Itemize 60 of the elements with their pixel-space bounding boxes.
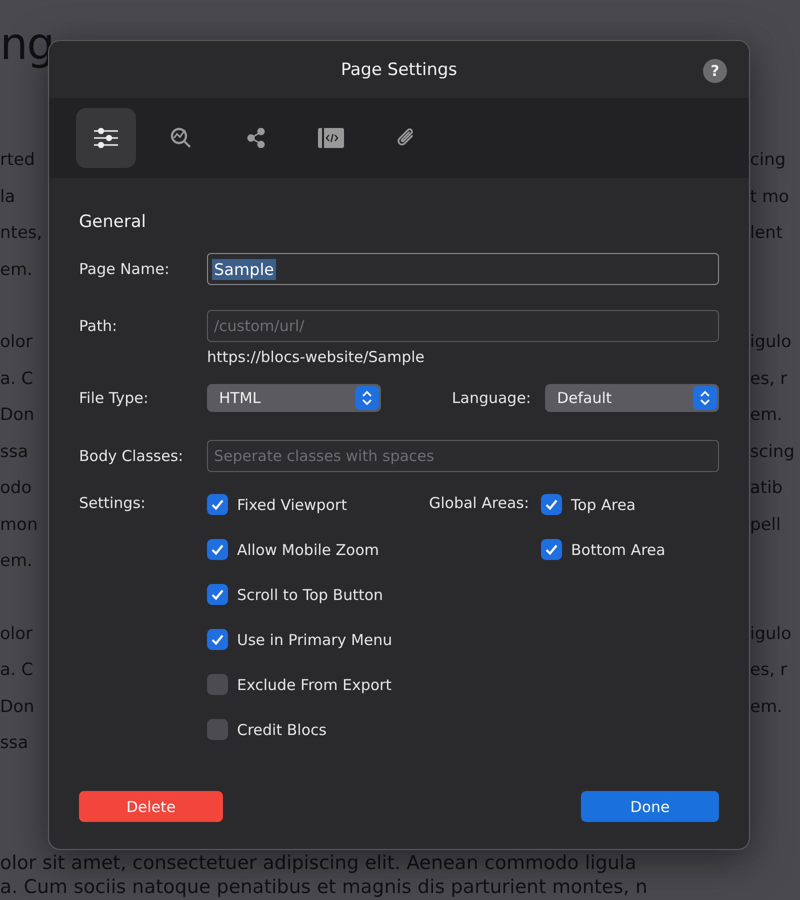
toolbar-tab[interactable] [76, 108, 136, 168]
done-button[interactable]: Done [581, 791, 719, 822]
paragraph-text: Don [0, 696, 34, 717]
stepper-icon [355, 386, 379, 410]
checkbox[interactable]: Allow Mobile Zoom [207, 539, 380, 560]
paragraph-text: em. [0, 260, 32, 280]
field-label: Global Areas: [429, 494, 530, 512]
paragraph-text: scing [750, 442, 794, 462]
magnifier-chart-icon [170, 127, 192, 149]
checkbox[interactable]: Scroll to Top Button [207, 584, 384, 605]
file-type-select[interactable]: HTML [207, 384, 381, 412]
field-label: Body Classes: [79, 447, 184, 465]
paragraph-text: a. C [0, 660, 34, 680]
paragraph-text: es, r [750, 368, 788, 389]
language-select[interactable]: Default [545, 384, 719, 412]
field-label: Language: [452, 389, 531, 407]
page-url: https://blocs-website/Sample [207, 348, 425, 366]
paragraph-text: em. [750, 405, 782, 426]
field-label: File Type: [79, 389, 148, 407]
help-button[interactable]: ? [703, 59, 727, 83]
paragraph-text: la [0, 186, 16, 207]
dialog-title: Page Settings [340, 60, 458, 80]
paragraph-text: odo [0, 478, 32, 498]
share-icon [247, 128, 265, 148]
field-label: Settings: [79, 494, 146, 512]
paragraph-text: a. C [0, 368, 34, 389]
paragraph-text: em. [750, 696, 782, 717]
paragraph-text: olor [0, 624, 33, 644]
paragraph-text: mon [0, 514, 38, 535]
stepper-icon [693, 386, 717, 410]
paragraph-text: ssa [0, 442, 28, 462]
paragraph-text: igulo [750, 332, 792, 352]
paragraph-text: es, r [750, 660, 788, 680]
checkbox[interactable]: Top Area [541, 494, 636, 515]
paragraph-text: cing [750, 150, 786, 170]
page-name-field[interactable]: Sample [207, 253, 719, 285]
code-panel-icon [318, 128, 344, 148]
field-label: Page Name: [79, 260, 170, 278]
checkbox[interactable]: Bottom Area [541, 539, 666, 560]
paragraph-text: olor [0, 332, 33, 352]
paragraph-text: Don [0, 405, 34, 426]
paragraph-text: igulo [750, 624, 792, 644]
paragraph-text: a. Cum sociis natoque penatibus et magnis dis parturient montes, n [0, 875, 648, 899]
body-classes-field[interactable]: Seperate classes with spaces [207, 440, 719, 472]
section-heading: General [79, 212, 146, 232]
paragraph-text: em. [0, 551, 32, 572]
checkbox[interactable]: Fixed Viewport [207, 494, 347, 515]
checkbox[interactable]: Use in Primary Menu [207, 629, 392, 650]
paragraph-text: pell [750, 514, 781, 535]
paragraph-text: ssa [0, 733, 28, 754]
paragraph-text: rted [0, 150, 35, 170]
sliders-icon [94, 128, 118, 148]
checkbox[interactable]: Credit Blocs [207, 719, 327, 740]
paragraph-text: lent [750, 223, 783, 244]
delete-button[interactable]: Delete [79, 791, 223, 822]
field-label: Path: [79, 317, 118, 335]
paragraph-text: atib [750, 478, 783, 498]
paragraph-text: ntes, [0, 223, 42, 244]
checkbox[interactable]: Exclude From Export [207, 674, 392, 695]
path-field[interactable]: /custom/url/ [207, 310, 719, 342]
